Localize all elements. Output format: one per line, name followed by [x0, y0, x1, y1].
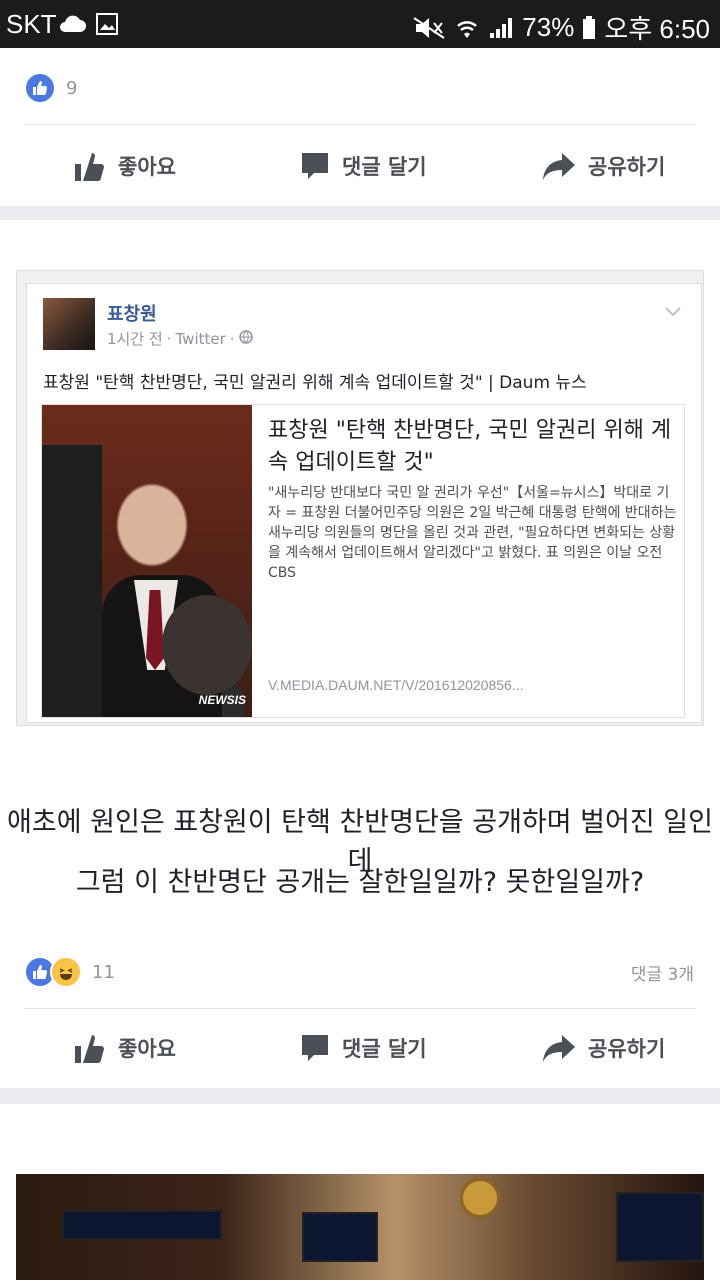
share-icon	[542, 1033, 576, 1063]
embed-author[interactable]: 표창원	[107, 300, 157, 326]
reaction-count: 11	[92, 961, 115, 983]
reaction-summary[interactable]: 9	[24, 72, 77, 104]
thumbs-up-icon	[74, 150, 106, 182]
like-button[interactable]: 좋아요	[74, 1008, 176, 1088]
battery-percent: 73%	[522, 12, 575, 42]
comment-icon	[300, 151, 330, 181]
link-description: "새누리당 반대보다 국민 알 권리가 우선"【서울=뉴시스】박대로 기자 = …	[268, 485, 677, 581]
link-preview[interactable]: NEWSIS 표창원 "탄핵 찬반명단, 국민 알권리 위해 계속 업데이트할 …	[41, 404, 685, 718]
link-url: V.MEDIA.DAUM.NET/V/201612020856...	[268, 677, 524, 693]
embedded-post[interactable]: 표창원 1시간 전 · Twitter · 표창원 "탄핵 찬반명단, 국민 알…	[26, 283, 702, 723]
author-avatar[interactable]	[43, 298, 95, 350]
comment-label: 댓글 달기	[342, 1037, 427, 1061]
post-card-1: 9 좋아요 댓글 달기 공유하기	[0, 48, 720, 206]
share-label: 공유하기	[588, 155, 666, 179]
like-count: 9	[66, 77, 78, 99]
comment-button[interactable]: 댓글 달기	[300, 126, 427, 206]
globe-icon	[238, 329, 253, 348]
embed-meta: 1시간 전 · Twitter ·	[107, 328, 253, 349]
signal-icon	[488, 16, 514, 40]
haha-reaction-icon	[50, 956, 82, 988]
like-label: 좋아요	[118, 155, 176, 179]
comment-label: 댓글 달기	[342, 155, 427, 179]
divider	[24, 124, 696, 125]
share-button[interactable]: 공유하기	[542, 1008, 665, 1088]
comment-button[interactable]: 댓글 달기	[300, 1008, 427, 1088]
chevron-down-icon[interactable]	[665, 302, 681, 321]
link-thumbnail: NEWSIS	[42, 405, 252, 717]
mute-icon	[412, 16, 446, 40]
comment-icon	[300, 1033, 330, 1063]
status-bar: SKT 73% 오후 6:50	[0, 0, 720, 48]
share-icon	[542, 151, 576, 181]
battery-icon	[582, 15, 596, 40]
thumbs-up-icon	[74, 1032, 106, 1064]
action-bar: 좋아요 댓글 달기 공유하기	[0, 126, 720, 206]
action-bar-2: 좋아요 댓글 달기 공유하기	[0, 1008, 720, 1088]
like-button[interactable]: 좋아요	[74, 126, 176, 206]
like-reaction-icon	[24, 72, 56, 104]
embed-source: Twitter	[175, 329, 226, 348]
comment-count[interactable]: 댓글 3개	[631, 960, 694, 985]
wifi-icon	[454, 16, 480, 40]
image-watermark: NEWSIS	[198, 693, 246, 707]
carrier-label: SKT	[6, 9, 57, 39]
link-title: 표창원 "탄핵 찬반명단, 국민 알권리 위해 계속 업데이트할 것"	[268, 418, 672, 475]
cloud-icon	[58, 15, 86, 38]
embed-time: 1시간 전	[107, 330, 163, 348]
embed-text: 표창원 "탄핵 찬반명단, 국민 알권리 위해 계속 업데이트할 것" | Da…	[43, 373, 587, 393]
post-body-line-2: 그럼 이 찬반명단 공개는 잘한일일까? 못한일일까?	[75, 867, 645, 898]
gallery-icon	[96, 13, 118, 40]
share-label: 공유하기	[588, 1037, 666, 1061]
time-label: 오후 6:50	[604, 14, 710, 44]
share-button[interactable]: 공유하기	[542, 126, 665, 206]
assembly-seal	[460, 1178, 500, 1218]
post-photo[interactable]	[16, 1174, 704, 1280]
reaction-summary-2[interactable]: 11	[24, 956, 115, 988]
like-label: 좋아요	[118, 1037, 176, 1061]
